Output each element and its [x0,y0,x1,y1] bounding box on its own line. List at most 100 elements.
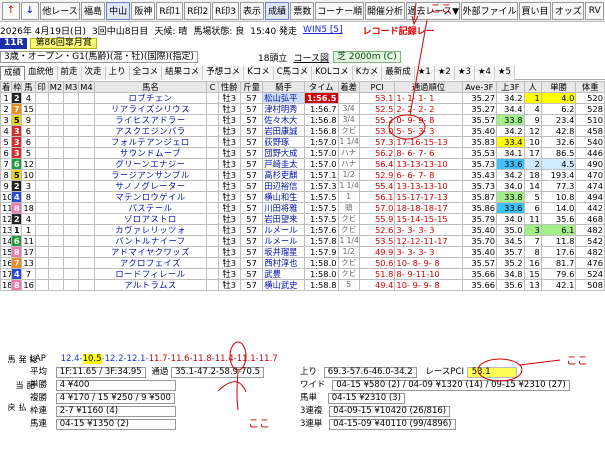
rmark2-button[interactable]: R印2 [184,1,212,20]
table-row[interactable]: 4 3 6 アスクエジンバラ 牡3 57 岩田康誠 1:56.8 クビ 53.0 5- 5- 3- … [0,125,605,137]
venue-nakayama-button[interactable]: 中山 [106,1,131,20]
table-row[interactable]: 16 7 13 アクロフェイズ 牡3 57 西村淳也 1:58.0 クビ 50.6 10- 8- 9… [0,257,605,269]
table-row[interactable]: 3 5 9 ライヒスアドラー 牡3 57 佐々木大 1:56.8 3/4 55.2 0- 9- 9-… [0,114,605,126]
table-row[interactable]: 13 1 1 カヴァレリッツォ 牡3 57 ルメール 1:57.6 クビ 52.6 3- 3- 3-… [0,224,605,236]
cell-agari: 34.2 [496,92,525,104]
cell-jockey: 岩田康誠 [262,125,305,137]
rmark1-button[interactable]: R印1 [156,1,184,20]
column-header[interactable]: M3 [63,81,80,93]
tab-13[interactable]: ★1 [414,66,435,80]
tab-5[interactable]: 全コメ [129,66,163,80]
tab-4[interactable]: 上り [105,66,130,80]
cell-pass: 10- 9- 9- 8 [394,279,463,291]
bet-button[interactable]: 買い目 [518,1,552,20]
venue-fukushima-button[interactable]: 福島 [80,1,106,20]
display-button[interactable]: 表示 [239,1,265,20]
cell-time: 1:57.8 [303,235,339,247]
cell-empty [63,114,80,126]
votes-button[interactable]: 票数 [290,1,315,20]
down-arrow-button[interactable]: ↓ [21,1,39,20]
table-row[interactable]: 1 2 4 ロブチェン 牡3 57 松山弘平 1:56.5 53.1 1- 1- 1- 1 35.2… [0,92,605,104]
tab-0[interactable]: 成績 [0,66,26,80]
column-header[interactable]: 通過順位 [394,81,463,93]
tab-10[interactable]: KOLコメ [312,66,353,80]
tab-1[interactable]: 血統他 [25,66,58,80]
meeting-analysis-button[interactable]: 開催分析 [364,1,406,20]
table-row[interactable]: 5 3 6 フォルテアンジェロ 牡3 57 荻野琢 1:57.0 1 1/4 57.3 17-16-… [0,136,605,148]
column-header[interactable]: 上3F [496,81,525,93]
tab-11[interactable]: Kカメ [352,66,383,80]
column-header[interactable]: M4 [78,81,95,93]
tab-2[interactable]: 前走 [57,66,82,80]
tab-14[interactable]: ★2 [434,66,455,80]
tab-7[interactable]: 予想コメ [203,66,245,80]
cell-ave: 35.40 [461,224,498,236]
cell-empty [63,103,80,115]
tab-17[interactable]: ★5 [494,66,515,80]
tab-9[interactable]: C馬コメ [273,66,313,80]
cell-agari: 33.6 [496,158,525,170]
cell-name: ロブチェン [93,92,208,104]
table-row[interactable]: 14 6 11 バントルナイーフ 牡3 57 ルメール 1:57.8 1 1/4 53.5 12-1… [0,235,605,247]
column-header[interactable]: 着 [0,81,13,93]
table-row[interactable]: 15 8 17 アドマイヤクワッズ 牡3 57 坂井瑠星 1:57.9 1/2 49.9 3- 3-… [0,246,605,258]
win5-link[interactable]: WIN5 [5] [303,25,343,35]
table-row[interactable]: 18 8 16 アルトラムス 牡3 57 横山武史 1:58.8 5 49.4 10- 9- 9- … [0,279,605,291]
column-header[interactable]: 印 [34,81,49,93]
column-header[interactable]: PCI [358,81,396,93]
wide-label: ワイド [300,380,326,390]
venue-hanshin-button[interactable]: 阪神 [131,1,156,20]
table-row[interactable]: 7 6 12 グリーンエナジー 牡3 57 戸崎圭太 1:57.0 ハナ 56.4 13-13-13… [0,158,605,170]
column-header[interactable]: 人 [523,81,542,93]
tab-6[interactable]: 結果コメ [162,66,204,80]
table-row[interactable]: 17 4 7 ロードフィレール 牡3 57 武豊 1:58.0 クビ 51.8 8- 9-11-10… [0,268,605,280]
table-row[interactable]: 8 5 10 ラージアンサンブル 牡3 57 高杉吏麒 1:57.1 1/2 52.9 6- 6- … [0,169,605,181]
cell-kg: 57 [239,103,264,115]
column-header[interactable]: タイム [303,81,339,93]
up-arrow-button[interactable]: ↑ [2,1,20,20]
cell-pci: 52.6 [358,224,396,236]
cell-pass: 5- 5- 3- 3 [394,125,463,137]
column-header[interactable]: 馬 [21,81,36,93]
table-row[interactable]: 2 7 15 リアライズシリウス 牡3 57 津村明秀 1:56.7 3/4 52.5 2- 2- … [0,103,605,115]
column-header[interactable]: 馬名 [93,81,208,93]
column-header[interactable]: 体重 [575,81,605,93]
other-race-button[interactable]: 他レース [40,1,80,20]
column-header[interactable]: 枠 [11,81,23,93]
table-row[interactable]: 9 2 3 サノノグレーター 牡3 57 田辺裕信 1:57.3 1 1/4 55.4 13-13-… [0,180,605,192]
rv-button[interactable]: RV [585,1,605,20]
tab-8[interactable]: Kコメ [244,66,274,80]
course-map-link[interactable]: コース図 [293,51,329,64]
tab-12[interactable]: 最新成 [382,66,415,80]
table-row[interactable]: 6 3 5 サウンドムーブ 牡3 57 団野大成 1:57.0 ハナ 56.2 8- 6- 7- 6… [0,147,605,159]
column-header[interactable]: 単勝 [540,81,577,93]
cell-ave: 35.86 [461,202,498,214]
cell-agari: 35.7 [496,246,525,258]
table-row[interactable]: 12 2 4 ゾロアストロ 牡3 57 岩田望来 1:57.5 クビ 55.9 15-14-15-1… [0,213,605,225]
column-header[interactable]: C [206,81,219,93]
cell-name: フォルテアンジェロ [93,136,208,148]
tab-15[interactable]: ★3 [454,66,475,80]
cell-empty [206,268,219,280]
corner-order-button[interactable]: コーナー順 [315,1,364,20]
cell-pop: 11 [523,213,542,225]
column-header[interactable]: M2 [47,81,65,93]
results-button[interactable]: 成績 [265,1,290,20]
table-row[interactable]: 10 4 8 マテンロウゲイル 牡3 57 横山和生 1:57.5 1 56.1 15-17-17-… [0,191,605,203]
column-header[interactable]: 着差 [337,81,360,93]
column-header[interactable]: 騎手 [262,81,305,93]
cell-wt: 458 [575,125,605,137]
external-file-button[interactable]: 外部ファイル [461,1,518,20]
tab-16[interactable]: ★4 [474,66,495,80]
column-header[interactable]: Ave-3F [461,81,498,93]
table-row[interactable]: 11 8 18 パステール 牡3 57 川田将雅 1:57.5 頭 57.0 18-18-18-17… [0,202,605,214]
column-header[interactable]: 斤量 [239,81,264,93]
cell-ave: 35.83 [461,136,498,148]
column-header[interactable]: 性齢 [217,81,241,93]
cell-name: サウンドムーブ [93,147,208,159]
cell-waku: 5 [11,169,23,181]
tab-3[interactable]: 次走 [81,66,106,80]
rmark3-button[interactable]: R印3 [212,1,239,20]
odds-button[interactable]: オッズ [552,1,585,20]
cell-empty [63,213,80,225]
